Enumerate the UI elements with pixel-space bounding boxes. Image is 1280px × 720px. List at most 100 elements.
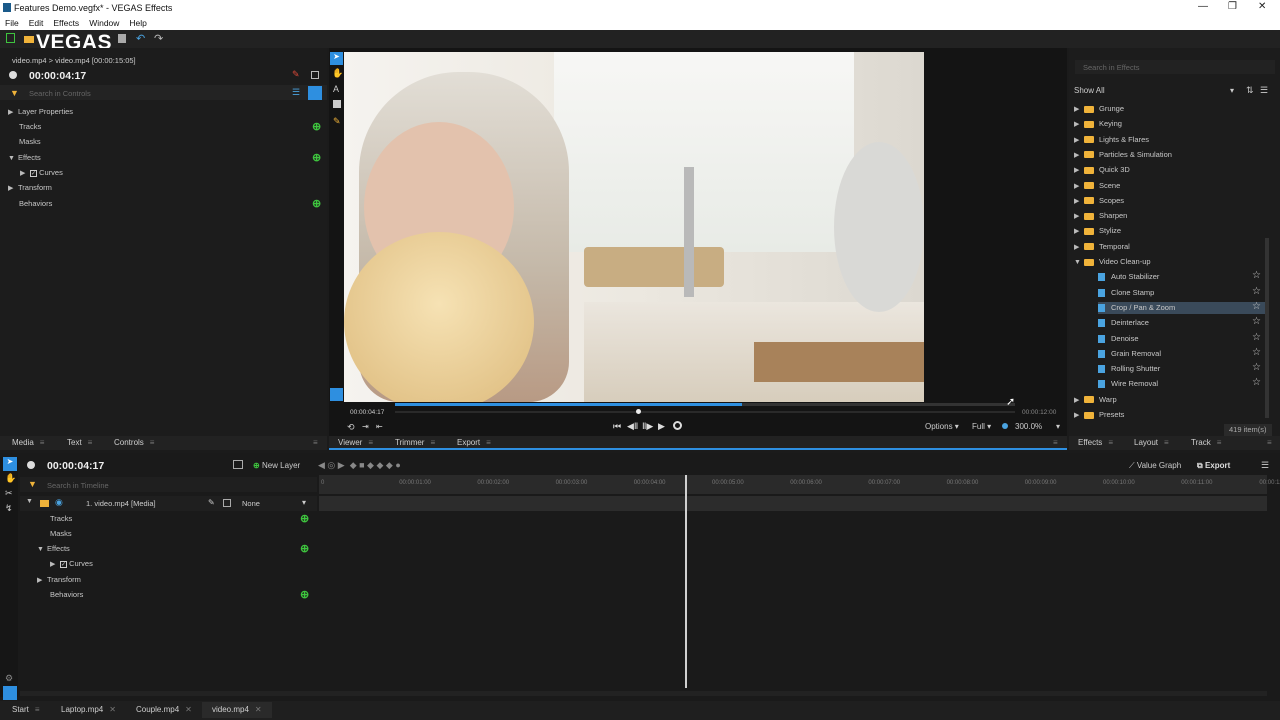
layer-clip-bar[interactable]: [319, 496, 1267, 511]
tl-tracks-row[interactable]: Tracks: [50, 513, 72, 525]
favorite-star-icon[interactable]: ☆: [1252, 301, 1261, 313]
expand-icon[interactable]: ▶: [1074, 119, 1084, 131]
tab-couple[interactable]: Couple.mp4 ✕: [136, 705, 192, 714]
center-panel-menu-icon[interactable]: ≡: [1053, 438, 1058, 447]
pen-tool-icon[interactable]: ✎: [333, 116, 341, 127]
tab-viewer[interactable]: Viewer ≡: [338, 438, 373, 447]
expand-icon[interactable]: ▶: [1074, 150, 1084, 162]
effect-item[interactable]: Clone Stamp ☆: [1098, 286, 1265, 299]
viewer-progress-track[interactable]: [395, 403, 1015, 406]
effects-folder[interactable]: ▶ Lights & Flares: [1074, 134, 1265, 146]
favorite-star-icon[interactable]: ☆: [1252, 347, 1261, 359]
expand-icon[interactable]: ▶: [1074, 104, 1084, 116]
effects-folder[interactable]: ▶ Scene: [1074, 180, 1265, 192]
filter-icon[interactable]: ▼: [10, 88, 19, 98]
settings-icon[interactable]: ⚙: [5, 673, 13, 684]
panel-layout-icon[interactable]: [311, 71, 319, 79]
expand-icon[interactable]: ▶: [1074, 410, 1084, 422]
redo-icon[interactable]: ↷: [154, 32, 163, 45]
razor-tool-icon[interactable]: ✂: [5, 488, 13, 499]
loop-icon[interactable]: ⟲: [347, 422, 355, 433]
quality-dropdown[interactable]: Full ▾: [972, 422, 991, 431]
collapse-icon[interactable]: ▼: [1074, 257, 1084, 269]
effects-folder[interactable]: ▶ Quick 3D: [1074, 164, 1265, 176]
tl-add-behavior-icon[interactable]: ⊕: [300, 588, 309, 601]
favorite-star-icon[interactable]: ☆: [1252, 316, 1261, 328]
effects-folder[interactable]: ▶ Keying: [1074, 118, 1265, 130]
list-view-icon[interactable]: ☰: [292, 87, 300, 98]
hand-tool-icon[interactable]: ✋: [332, 68, 343, 79]
layer-matte-icon[interactable]: [223, 499, 231, 507]
mark-out-icon[interactable]: ⇤: [376, 422, 383, 431]
tab-controls[interactable]: Controls ≡: [114, 438, 154, 447]
effects-folder[interactable]: ▶ Particles & Simulation: [1074, 149, 1265, 161]
go-to-start-icon[interactable]: ⏮: [613, 421, 621, 432]
select-tool-icon[interactable]: ➤: [330, 52, 343, 65]
effects-row[interactable]: ▼ Effects: [8, 152, 41, 164]
effects-folder[interactable]: ▶ Warp: [1074, 394, 1265, 406]
playhead[interactable]: [685, 475, 687, 688]
left-panel-menu-icon[interactable]: ≡: [313, 438, 318, 447]
tracks-row[interactable]: Tracks: [19, 121, 41, 133]
effects-folder[interactable]: ▼ Video Clean-up: [1074, 256, 1265, 268]
text-tool-icon[interactable]: A: [333, 84, 339, 94]
layer-lock-icon[interactable]: [40, 500, 49, 507]
undo-icon[interactable]: ↶: [136, 32, 145, 45]
tab-effects[interactable]: Effects ≡: [1078, 438, 1113, 447]
export-button[interactable]: ⧉ Export: [1197, 461, 1230, 471]
menu-effects[interactable]: Effects: [53, 18, 79, 28]
effect-item[interactable]: Grain Removal ☆: [1098, 347, 1265, 360]
effects-folder[interactable]: ▶ Presets: [1074, 409, 1265, 421]
timeline-search-input[interactable]: Search in Timeline: [47, 481, 109, 490]
options-dropdown[interactable]: Options ▾: [925, 422, 959, 431]
timeline-hscrollbar[interactable]: [20, 691, 1267, 696]
timeline-menu-icon[interactable]: ☰: [1261, 460, 1269, 471]
favorite-star-icon[interactable]: ☆: [1252, 362, 1261, 374]
keyframe-nav-icons[interactable]: ◀ ◎ ▶ ◆ ■ ◆ ◆ ◆ ●: [318, 460, 401, 471]
zoom-chevron-icon[interactable]: ▾: [1056, 422, 1060, 431]
timeline-select-tool-icon[interactable]: ➤: [3, 457, 17, 471]
tab-export[interactable]: Export ≡: [457, 438, 491, 447]
tab-text[interactable]: Text ≡: [67, 438, 92, 447]
tl-transform-row[interactable]: ▶ Transform: [37, 574, 81, 586]
effects-filter-chevron-icon[interactable]: ▾: [1230, 86, 1234, 95]
checkbox-icon[interactable]: ✓: [30, 169, 37, 177]
visibility-eye-icon[interactable]: ◉: [55, 497, 63, 508]
tl-effects-row[interactable]: ▼ Effects: [37, 543, 70, 555]
add-effect-icon[interactable]: ⊕: [312, 151, 321, 164]
expand-icon[interactable]: ▶: [1074, 211, 1084, 223]
effect-item[interactable]: Wire Removal ☆: [1098, 377, 1265, 390]
favorite-star-icon[interactable]: ☆: [1252, 270, 1261, 282]
expand-icon[interactable]: ▶: [1074, 165, 1084, 177]
effects-filter-label[interactable]: Show All: [1074, 86, 1105, 95]
tab-track[interactable]: Track ≡: [1191, 438, 1221, 447]
behaviors-row[interactable]: Behaviors: [19, 198, 52, 210]
record-icon[interactable]: [673, 421, 682, 430]
transform-row[interactable]: ▶ Transform: [8, 182, 52, 194]
tl-behaviors-row[interactable]: Behaviors: [50, 589, 83, 601]
effects-folder[interactable]: ▶ Grunge: [1074, 103, 1265, 115]
menu-help[interactable]: Help: [129, 18, 146, 28]
layer-expand-icon[interactable]: ▼: [26, 498, 33, 505]
tab-video[interactable]: video.mp4 ✕: [202, 702, 272, 718]
value-graph-button[interactable]: ⟋ Value Graph: [1129, 461, 1181, 471]
favorite-star-icon[interactable]: ☆: [1252, 332, 1261, 344]
effects-menu-icon[interactable]: ☰: [1260, 85, 1268, 96]
tl-checkbox-icon[interactable]: ✓: [60, 560, 67, 568]
favorite-star-icon[interactable]: ☆: [1252, 286, 1261, 298]
menu-window[interactable]: Window: [89, 18, 119, 28]
effects-scrollbar[interactable]: [1265, 238, 1269, 418]
play-icon[interactable]: ▶: [658, 421, 665, 432]
blend-mode-select[interactable]: None: [242, 499, 260, 508]
blend-mode-chevron-icon[interactable]: ▾: [302, 498, 306, 507]
save-icon[interactable]: [118, 34, 126, 43]
prev-frame-icon[interactable]: ◀︎Ⅱ: [627, 421, 638, 432]
layer-header[interactable]: [20, 496, 317, 511]
pin-icon[interactable]: ✎: [292, 69, 300, 80]
mask-tool-icon[interactable]: [333, 100, 341, 108]
effects-folder[interactable]: ▶ Sharpen: [1074, 210, 1265, 222]
restore-icon[interactable]: ❐: [1228, 1, 1237, 12]
controls-search-input[interactable]: Search in Controls: [29, 89, 91, 98]
tl-masks-row[interactable]: Masks: [50, 528, 72, 540]
zoom-dropdown[interactable]: 300.0%: [1015, 422, 1042, 431]
